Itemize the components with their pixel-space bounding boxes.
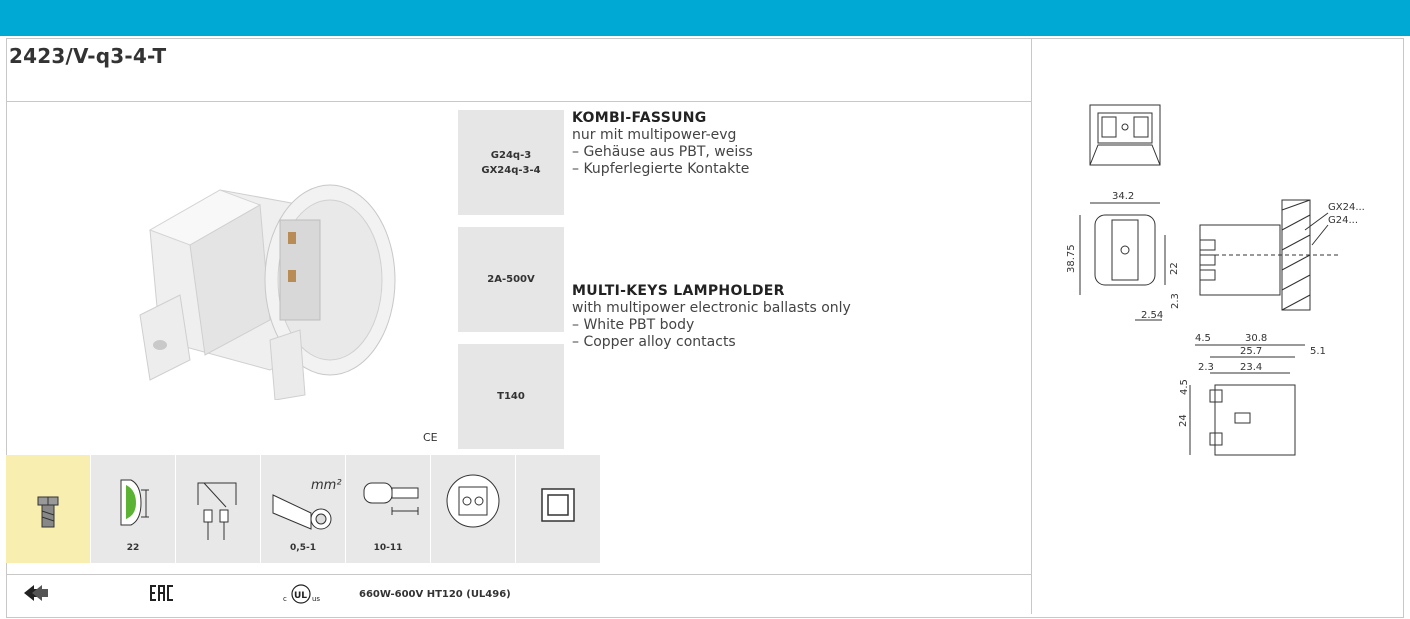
feature-cell-base <box>431 455 515 563</box>
dim-2-54: 2.54 <box>1141 310 1163 321</box>
description-german-subtitle: nur mit multipower-evg <box>572 127 737 143</box>
drawing-side-view <box>1199 199 1340 311</box>
dim-4-5b: 4.5 <box>1179 379 1190 395</box>
product-photo <box>139 184 396 400</box>
description-english-line-1: – White PBT body <box>572 317 695 333</box>
feature-cell-panel: 22 <box>91 455 175 563</box>
label-g24: G24... <box>1328 215 1358 226</box>
dim-width: 34.2 <box>1112 191 1134 202</box>
description-german-line-1: – Gehäuse aus PBT, weiss <box>572 144 753 160</box>
feature-cell-insulation <box>516 455 600 563</box>
feature-icon-row: 22 mm² 0,5-1 10-11 <box>6 455 601 563</box>
description-german: KOMBI-FASSUNG nur mit multipower-evg – G… <box>572 110 753 178</box>
wire-cross-section-label: 0,5-1 <box>290 543 316 553</box>
feature-cell-terminal <box>176 455 260 563</box>
column-divider <box>1031 38 1032 614</box>
description-english-subtitle: with multipower electronic ballasts only <box>572 300 851 316</box>
screw-fixing-icon <box>37 496 59 528</box>
strip-length-label: 10-11 <box>373 543 403 553</box>
dim-height: 38.75 <box>1066 244 1077 273</box>
feature-cell-strip: 10-11 <box>346 455 430 563</box>
ce-mark: CE <box>423 431 438 444</box>
dim-2-3: 2.3 <box>1170 293 1181 309</box>
svg-text:UL: UL <box>294 591 307 601</box>
culus-mark-icon: c UL us <box>283 584 320 604</box>
product-code: 2423/V-q3-4-T <box>9 44 167 68</box>
dim-22: 22 <box>1169 262 1180 275</box>
description-english-line-2: – Copper alloy contacts <box>572 334 736 350</box>
svg-text:c: c <box>283 595 287 603</box>
dim-2-3b: 2.3 <box>1198 362 1214 373</box>
footer-divider <box>6 574 1032 575</box>
drawing-top-view <box>1089 104 1161 166</box>
title-divider <box>6 101 1032 102</box>
double-insulation-icon <box>541 488 575 522</box>
dim-4-5: 4.5 <box>1195 333 1211 344</box>
dim-25-7: 25.7 <box>1240 346 1262 357</box>
header-bar <box>0 0 1410 36</box>
feature-cell-screw <box>6 455 90 563</box>
dim-30-8: 30.8 <box>1245 333 1267 344</box>
technical-drawing: 34.2 38.75 22 2.54 2.3 GX24... G24... 4.… <box>1066 104 1365 456</box>
lamp-base-icon <box>446 474 500 528</box>
push-wire-terminal-icon <box>197 482 237 540</box>
enec-mark-icon <box>24 585 48 601</box>
description-german-heading: KOMBI-FASSUNG <box>572 110 707 126</box>
dim-23-4: 23.4 <box>1240 362 1262 373</box>
description-english-heading: MULTI-KEYS LAMPHOLDER <box>572 283 785 299</box>
svg-text:mm²: mm² <box>311 478 342 493</box>
certification-footer: c UL us 660W-600V HT120 (UL496) <box>6 576 1032 612</box>
electrical-rating-box: 2A-500V <box>458 227 564 332</box>
dim-5-1: 5.1 <box>1310 346 1326 357</box>
description-english: MULTI-KEYS LAMPHOLDER with multipower el… <box>572 283 851 351</box>
description-german-line-2: – Kupferlegierte Kontakte <box>572 161 750 177</box>
svg-text:us: us <box>312 595 320 603</box>
drawing-front-view <box>1079 202 1166 321</box>
label-gx24: GX24... <box>1328 202 1365 213</box>
temperature-rating-box: T140 <box>458 344 564 449</box>
eac-mark-icon <box>150 585 173 601</box>
panel-thickness-label: 22 <box>126 543 140 553</box>
feature-cell-wire: mm² 0,5-1 <box>261 455 345 563</box>
ul-rating: 660W-600V HT120 (UL496) <box>359 589 511 600</box>
socket-type-box: G24q-3 GX24q-3-4 <box>458 110 564 215</box>
dim-24: 24 <box>1178 414 1189 427</box>
